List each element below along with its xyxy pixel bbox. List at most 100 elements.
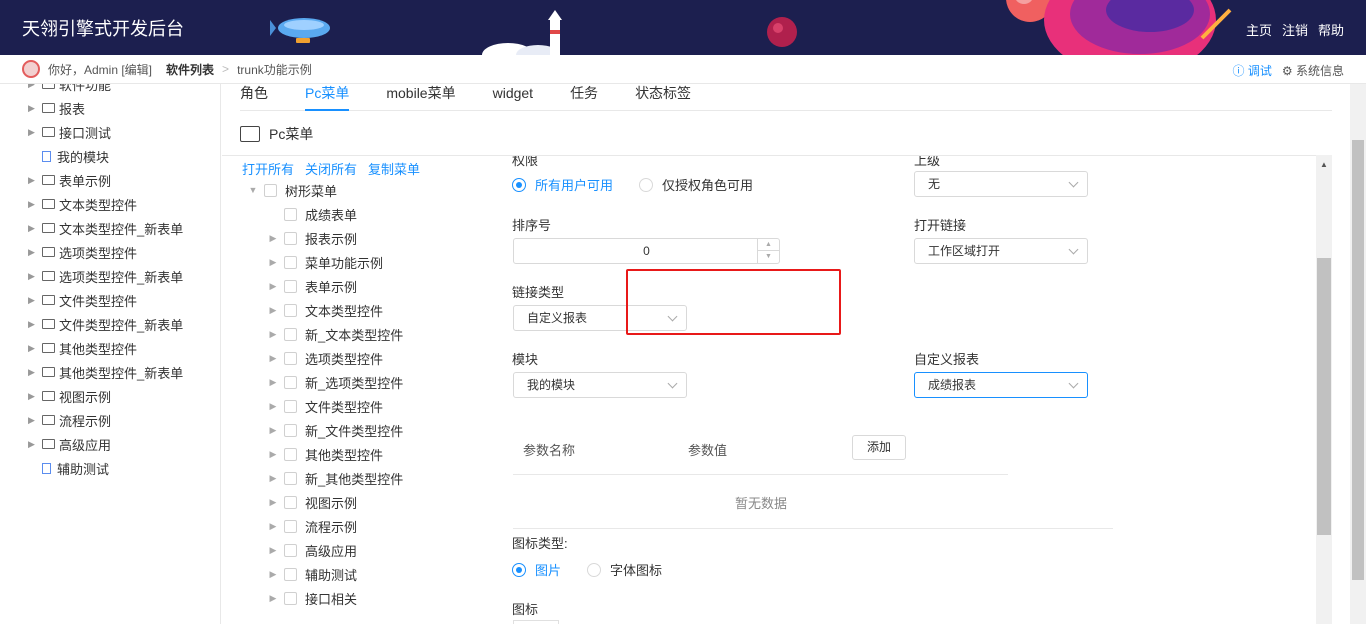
sidebar-item[interactable]: 辅助测试 xyxy=(0,456,220,480)
icon-type-font-radio[interactable]: 字体图标 xyxy=(587,560,662,579)
caret-right-icon[interactable]: ▶ xyxy=(268,569,278,580)
caret-down-icon[interactable]: ▼ xyxy=(248,185,258,195)
caret-right-icon[interactable]: ▶ xyxy=(268,281,278,292)
sidebar-item[interactable]: ▶ 选项类型控件 xyxy=(0,240,220,264)
icon-preview[interactable] xyxy=(513,620,559,624)
caret-right-icon[interactable]: ▶ xyxy=(268,329,278,340)
sidebar-item[interactable]: ▶ 其他类型控件 xyxy=(0,336,220,360)
caret-right-icon[interactable]: ▶ xyxy=(268,401,278,412)
tree-node-checkbox[interactable] xyxy=(284,447,297,461)
sidebar-item[interactable]: ▶ 报表 xyxy=(0,96,220,120)
open-link-select[interactable]: 工作区域打开 xyxy=(914,238,1088,264)
caret-right-icon[interactable]: ▶ xyxy=(268,497,278,508)
tree-node-checkbox[interactable] xyxy=(284,255,297,269)
tree-node[interactable]: ▶ 新_文件类型控件 xyxy=(242,418,492,442)
tree-node[interactable]: ▶ 流程示例 xyxy=(242,514,492,538)
tree-node[interactable]: ▶ 文本类型控件 xyxy=(242,298,492,322)
caret-up-icon[interactable]: ▲ xyxy=(758,239,779,251)
tree-node-checkbox[interactable] xyxy=(284,399,297,413)
tree-node-checkbox[interactable] xyxy=(284,375,297,389)
caret-right-icon[interactable]: ▶ xyxy=(28,343,38,354)
tree-node[interactable]: ▶ 新_选项类型控件 xyxy=(242,370,492,394)
tree-node-checkbox[interactable] xyxy=(284,327,297,341)
form-scrollbar-thumb[interactable] xyxy=(1317,258,1331,535)
sidebar-item[interactable]: ▶ 文件类型控件 xyxy=(0,288,220,312)
permission-all-radio[interactable]: 所有用户可用 xyxy=(512,175,613,194)
caret-down-icon[interactable]: ▼ xyxy=(758,251,779,263)
tree-node[interactable]: ▶ 视图示例 xyxy=(242,490,492,514)
sidebar-item[interactable]: ▶ 高级应用 xyxy=(0,432,220,456)
sidebar-item[interactable]: ▶ 表单示例 xyxy=(0,168,220,192)
module-select[interactable]: 我的模块 xyxy=(513,372,687,398)
tree-node-checkbox[interactable] xyxy=(284,519,297,533)
tree-node[interactable]: ▶ 接口相关 xyxy=(242,586,492,610)
caret-right-icon[interactable]: ▶ xyxy=(28,367,38,378)
nav-logout-link[interactable]: 注销 xyxy=(1282,20,1308,39)
order-input[interactable]: 0 ▲ ▼ xyxy=(513,238,780,264)
tree-node-checkbox[interactable] xyxy=(284,279,297,293)
tab-mobile-menu[interactable]: mobile菜单 xyxy=(386,84,455,111)
tree-node[interactable]: ▶ 新_文本类型控件 xyxy=(242,322,492,346)
custom-report-select[interactable]: 成绩报表 xyxy=(914,372,1088,398)
scroll-up-icon[interactable]: ▲ xyxy=(1320,160,1328,169)
caret-right-icon[interactable]: ▶ xyxy=(28,415,38,426)
copy-menu-link[interactable]: 复制菜单 xyxy=(368,159,420,178)
caret-right-icon[interactable]: ▶ xyxy=(268,233,278,244)
tree-node-checkbox[interactable] xyxy=(284,231,297,245)
caret-right-icon[interactable]: ▶ xyxy=(268,449,278,460)
tab-role[interactable]: 角色 xyxy=(240,84,268,111)
caret-right-icon[interactable]: ▶ xyxy=(268,521,278,532)
caret-right-icon[interactable]: ▶ xyxy=(28,319,38,330)
tree-node-checkbox[interactable] xyxy=(284,567,297,581)
page-scrollbar-thumb[interactable] xyxy=(1352,140,1364,580)
tab-widget[interactable]: widget xyxy=(493,84,533,111)
caret-right-icon[interactable]: ▶ xyxy=(28,84,38,90)
page-scrollbar[interactable] xyxy=(1350,84,1366,624)
breadcrumb-software-list[interactable]: 软件列表 xyxy=(166,61,214,78)
nav-home-link[interactable]: 主页 xyxy=(1246,20,1272,39)
caret-right-icon[interactable]: ▶ xyxy=(28,175,38,186)
sidebar-item[interactable]: ▶ 软件功能 xyxy=(0,84,220,96)
sidebar-item[interactable]: ▶ 文本类型控件_新表单 xyxy=(0,216,220,240)
tree-node[interactable]: ▶ 文件类型控件 xyxy=(242,394,492,418)
sidebar-item[interactable]: ▶ 选项类型控件_新表单 xyxy=(0,264,220,288)
tree-node-checkbox[interactable] xyxy=(284,207,297,221)
tree-node[interactable]: ▶ 其他类型控件 xyxy=(242,442,492,466)
caret-right-icon[interactable]: ▶ xyxy=(28,295,38,306)
tree-node[interactable]: ▶ 新_其他类型控件 xyxy=(242,466,492,490)
tree-node[interactable]: ▶ 辅助测试 xyxy=(242,562,492,586)
open-all-link[interactable]: 打开所有 xyxy=(242,159,294,178)
caret-right-icon[interactable]: ▶ xyxy=(28,391,38,402)
tree-node-checkbox[interactable] xyxy=(284,471,297,485)
tree-node[interactable]: ▶ 报表示例 xyxy=(242,226,492,250)
caret-right-icon[interactable]: ▶ xyxy=(268,473,278,484)
caret-right-icon[interactable]: ▶ xyxy=(28,247,38,258)
tree-node[interactable]: ▶ 表单示例 xyxy=(242,274,492,298)
tree-node-checkbox[interactable] xyxy=(284,303,297,317)
caret-right-icon[interactable]: ▶ xyxy=(268,257,278,268)
tree-root[interactable]: ▼ 树形菜单 xyxy=(242,178,492,202)
tree-node[interactable]: 成绩表单 xyxy=(242,202,492,226)
tree-node-checkbox[interactable] xyxy=(284,591,297,605)
sidebar-item[interactable]: ▶ 视图示例 xyxy=(0,384,220,408)
tab-status-label[interactable]: 状态标签 xyxy=(635,84,691,111)
sidebar-item[interactable]: ▶ 文本类型控件 xyxy=(0,192,220,216)
tree-node[interactable]: ▶ 高级应用 xyxy=(242,538,492,562)
caret-right-icon[interactable]: ▶ xyxy=(268,377,278,388)
caret-right-icon[interactable]: ▶ xyxy=(28,199,38,210)
caret-right-icon[interactable]: ▶ xyxy=(28,103,38,114)
tab-pc-menu[interactable]: Pc菜单 xyxy=(305,84,350,111)
superior-select[interactable]: 无 xyxy=(914,171,1088,197)
tree-node[interactable]: ▶ 菜单功能示例 xyxy=(242,250,492,274)
tab-task[interactable]: 任务 xyxy=(570,84,598,111)
tree-node-checkbox[interactable] xyxy=(284,351,297,365)
caret-right-icon[interactable]: ▶ xyxy=(268,593,278,604)
tree-node-checkbox[interactable] xyxy=(284,423,297,437)
permission-role-radio[interactable]: 仅授权角色可用 xyxy=(639,175,753,194)
caret-right-icon[interactable]: ▶ xyxy=(28,127,38,138)
caret-right-icon[interactable]: ▶ xyxy=(28,439,38,450)
add-param-button[interactable]: 添加 xyxy=(852,435,906,460)
caret-right-icon[interactable]: ▶ xyxy=(268,545,278,556)
sidebar-item[interactable]: 我的模块 xyxy=(0,144,220,168)
caret-right-icon[interactable]: ▶ xyxy=(268,305,278,316)
